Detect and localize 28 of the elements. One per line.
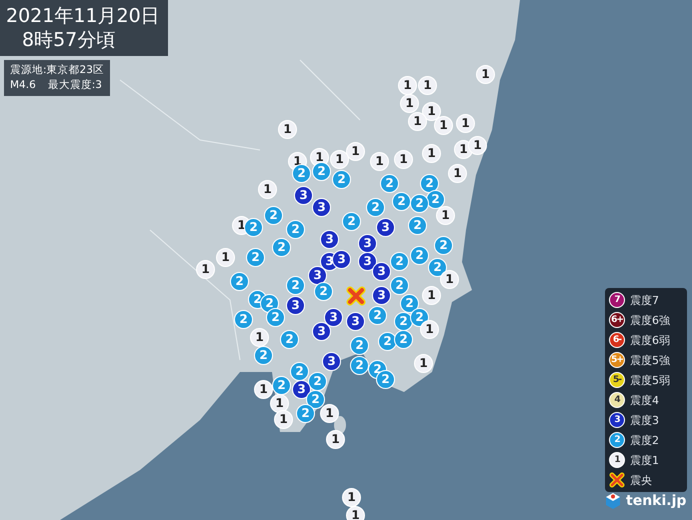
intensity-symbol: 6+	[609, 312, 625, 328]
legend-label: 震度2	[630, 432, 659, 448]
legend-label: 震度6強	[630, 312, 670, 328]
quake-time: 8時57分頃	[21, 28, 116, 52]
intensity-symbol: 7	[609, 292, 625, 308]
quake-date: 2021年11月20日	[6, 4, 160, 28]
epicenter-cross-icon	[609, 472, 625, 488]
epicenter-text: 震源地:東京都23区	[10, 63, 104, 78]
legend-label: 震度7	[630, 292, 659, 308]
intensity-symbol: 3	[609, 412, 625, 428]
max-intensity-text: 最大震度:3	[48, 78, 102, 93]
brand-name: tenki.jp	[626, 493, 686, 509]
legend-label: 震度6弱	[630, 332, 670, 348]
intensity-symbol: 6-	[609, 332, 625, 348]
legend-label: 震度4	[630, 392, 659, 408]
magnitude-text: M4.6	[10, 78, 36, 93]
intensity-symbol: 2	[609, 432, 625, 448]
intensity-symbol: 4	[609, 392, 625, 408]
legend-label: 震度1	[630, 452, 659, 468]
legend-label: 震央	[630, 472, 652, 488]
intensity-symbol: 1	[609, 452, 625, 468]
legend-label: 震度3	[630, 412, 659, 428]
intensity-symbol: 5-	[609, 372, 625, 388]
legend-label: 震度5強	[630, 352, 670, 368]
epicenter-cross-icon	[345, 285, 367, 307]
legend-label: 震度5弱	[630, 372, 670, 388]
intensity-symbol: 5+	[609, 352, 625, 368]
cube-logo-icon	[604, 492, 622, 510]
